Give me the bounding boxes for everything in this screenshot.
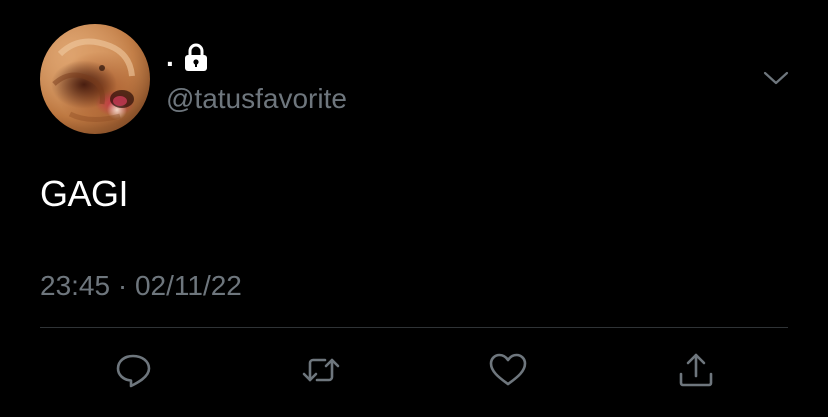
display-name-row: . — [166, 40, 210, 74]
share-button[interactable] — [676, 350, 716, 390]
user-handle[interactable]: @tatusfavorite — [166, 82, 347, 116]
retweet-arrows-icon — [302, 358, 340, 382]
divider — [40, 327, 788, 328]
reply-button[interactable] — [114, 350, 154, 390]
avatar[interactable] — [40, 24, 150, 134]
tweet-detail: . @tatusfavorite GAGI 23:45 · 02/11/22 — [0, 0, 828, 417]
chevron-down-icon[interactable] — [762, 64, 790, 92]
display-name[interactable]: . — [166, 40, 174, 74]
tweet-text: GAGI — [40, 173, 129, 214]
like-button[interactable] — [488, 350, 528, 390]
heart-icon — [489, 353, 527, 386]
retweet-button[interactable] — [301, 350, 341, 390]
avatar-image — [52, 38, 135, 122]
speech-bubble-icon — [116, 354, 151, 388]
tweet-timestamp[interactable]: 23:45 · 02/11/22 — [40, 268, 242, 304]
lock-icon — [182, 42, 210, 72]
share-upload-icon — [679, 353, 713, 387]
